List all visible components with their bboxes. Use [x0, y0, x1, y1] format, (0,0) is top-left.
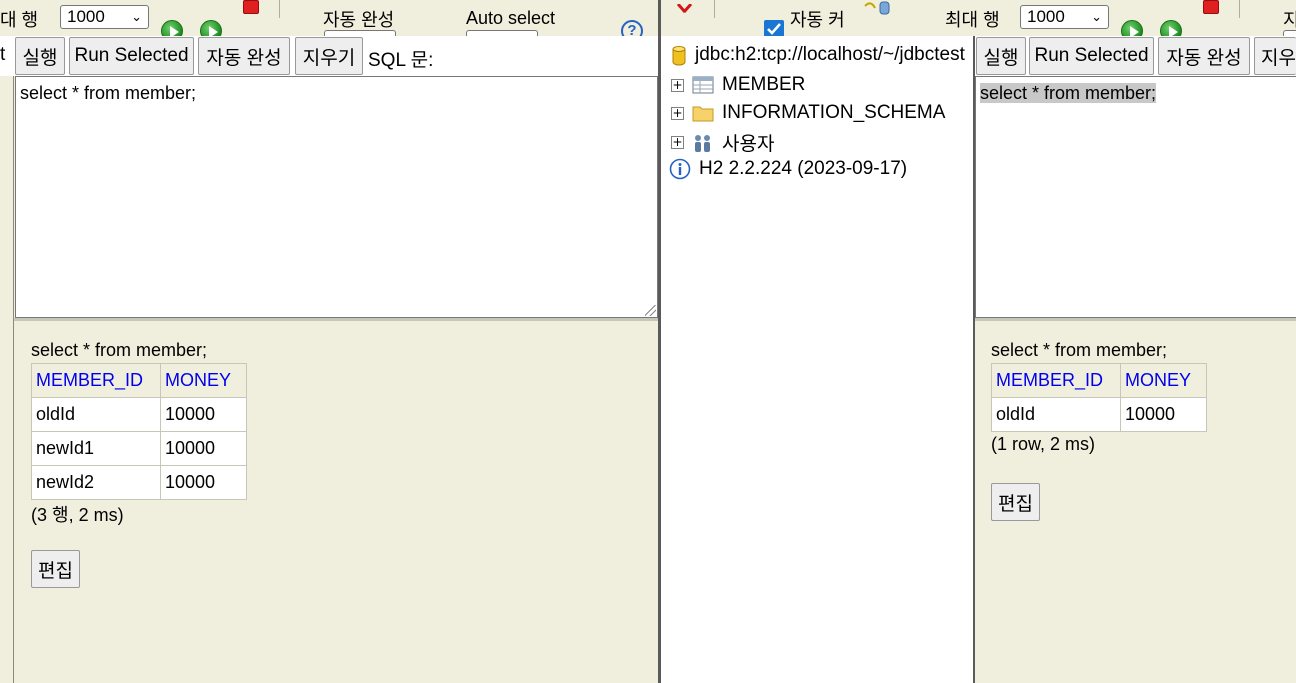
column-header[interactable]: MEMBER_ID — [31, 363, 161, 398]
info-icon — [669, 158, 691, 180]
chevron-down-icon: ⌄ — [131, 9, 142, 24]
tree-item-label: INFORMATION_SCHEMA — [722, 102, 946, 123]
result-summary: (1 row, 2 ms) — [991, 434, 1096, 454]
run-button[interactable]: 실행 — [976, 37, 1026, 75]
rollback-icon[interactable] — [863, 0, 891, 16]
chevron-down-icon: ⌄ — [1091, 9, 1102, 24]
max-rows-label: 대 행 — [0, 10, 39, 30]
column-header[interactable]: MONEY — [1120, 363, 1207, 398]
result-query: select * from member; — [991, 340, 1168, 360]
result-table: MEMBER_ID MONEY oldId 10000 newId1 10000… — [31, 363, 247, 500]
max-rows-select[interactable]: 1000 ⌄ — [1020, 5, 1109, 29]
stop-icon[interactable] — [243, 0, 259, 14]
disconnect-icon[interactable] — [675, 0, 695, 13]
left-border — [13, 76, 14, 683]
stop-icon[interactable] — [1203, 0, 1219, 14]
table-header-row: MEMBER_ID MONEY — [31, 363, 247, 398]
resize-handle-icon[interactable] — [645, 305, 656, 316]
column-header[interactable]: MEMBER_ID — [991, 363, 1121, 398]
table-icon — [692, 75, 714, 95]
users-icon — [692, 133, 714, 153]
table-cell: 10000 — [1120, 397, 1207, 432]
tree-item-label: MEMBER — [722, 74, 806, 95]
tree-version: H2 2.2.224 (2023-09-17) — [669, 158, 907, 180]
clear-button[interactable]: 지우 — [1254, 37, 1296, 75]
panel-divider[interactable] — [975, 318, 1296, 321]
run-selected-button[interactable]: Run Selected — [1029, 37, 1154, 75]
tree-item-member[interactable]: + MEMBER — [671, 74, 805, 96]
toolbar-divider — [279, 0, 280, 18]
edit-button[interactable]: 편집 — [31, 550, 80, 588]
left-window: 대 행 1000 ⌄ 자동 완성 Auto select ? t 실행 Run … — [0, 0, 659, 683]
table-cell: newId2 — [31, 465, 161, 500]
tree-item-users[interactable]: + 사용자 — [671, 129, 774, 156]
table-row: oldId 10000 — [31, 397, 247, 432]
tree-item-information-schema[interactable]: + INFORMATION_SCHEMA — [671, 102, 945, 124]
tree-item-label: 사용자 — [722, 134, 775, 155]
right-toolbar: 자동 커 최대 행 1000 ⌄ 지 — [661, 0, 1296, 42]
run-selected-button[interactable]: Run Selected — [69, 37, 194, 75]
cut-label: t — [0, 44, 6, 65]
column-header[interactable]: MONEY — [160, 363, 247, 398]
result-summary: (3 행, 2 ms) — [31, 505, 124, 525]
tree-connection[interactable]: jdbc:h2:tcp://localhost/~/jdbctest — [671, 44, 965, 66]
right-query-panel: 실행 Run Selected 자동 완성 지우 select * from m… — [975, 36, 1296, 683]
sql-text: select * from member; — [980, 83, 1157, 103]
autocomplete-button[interactable]: 자동 완성 — [198, 37, 290, 75]
autoselect-label: Auto select — [466, 8, 556, 28]
folder-icon — [692, 103, 714, 123]
max-rows-value: 1000 — [67, 7, 105, 26]
database-icon — [671, 45, 687, 66]
max-rows-label: 최대 행 — [945, 10, 1000, 30]
table-cell: 10000 — [160, 431, 247, 466]
connection-url: jdbc:h2:tcp://localhost/~/jdbctest — [695, 44, 965, 65]
table-row: newId2 10000 — [31, 465, 247, 500]
sql-editor[interactable]: select * from member; — [15, 76, 658, 318]
autocomplete-button[interactable]: 자동 완성 — [1158, 37, 1250, 75]
autocommit-checkbox[interactable] — [764, 20, 784, 36]
sql-text: select * from member; — [20, 83, 197, 103]
expand-icon[interactable]: + — [671, 106, 684, 120]
table-header-row: MEMBER_ID MONEY — [991, 363, 1207, 398]
clear-button[interactable]: 지우기 — [295, 37, 363, 75]
max-rows-select[interactable]: 1000 ⌄ — [60, 5, 149, 29]
table-cell: 10000 — [160, 397, 247, 432]
toolbar-divider — [714, 0, 715, 18]
table-cell: newId1 — [31, 431, 161, 466]
sql-label: SQL 문: — [368, 50, 434, 71]
expand-icon[interactable]: + — [671, 136, 684, 149]
autocomplete-label: 자동 완성 — [323, 10, 395, 30]
autocomplete-label-cut: 지 — [1283, 10, 1296, 30]
schema-tree: jdbc:h2:tcp://localhost/~/jdbctest + MEM… — [661, 36, 973, 683]
table-cell: oldId — [31, 397, 161, 432]
table-row: newId1 10000 — [31, 431, 247, 466]
toolbar-divider — [1239, 0, 1240, 18]
run-button[interactable]: 실행 — [15, 37, 65, 75]
table-row: oldId 10000 — [991, 397, 1207, 432]
expand-icon[interactable]: + — [671, 78, 684, 92]
version-text: H2 2.2.224 (2023-09-17) — [699, 158, 908, 179]
result-table: MEMBER_ID MONEY oldId 10000 — [991, 363, 1207, 432]
edit-button[interactable]: 편집 — [991, 483, 1040, 521]
table-cell: 10000 — [160, 465, 247, 500]
panel-divider[interactable] — [14, 318, 659, 321]
max-rows-value: 1000 — [1027, 7, 1065, 26]
sql-editor[interactable]: select * from member; — [975, 76, 1296, 318]
autocommit-label: 자동 커 — [790, 10, 845, 30]
result-query: select * from member; — [31, 340, 208, 360]
table-cell: oldId — [991, 397, 1121, 432]
